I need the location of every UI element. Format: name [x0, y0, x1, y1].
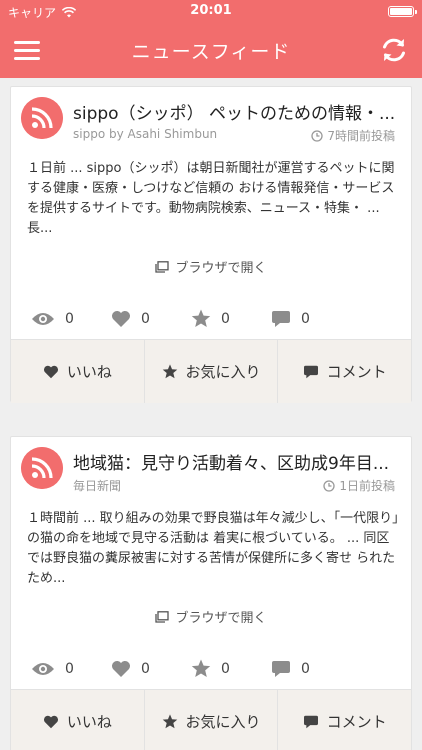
comments-count: 0	[301, 310, 310, 327]
open-label: ブラウザで開く	[175, 261, 267, 276]
views-count: 0	[65, 660, 74, 677]
likes-stat: 0	[111, 309, 191, 328]
comments-count: 0	[301, 660, 310, 677]
browser-icon	[155, 260, 170, 273]
star-icon	[191, 659, 211, 677]
likes-count: 0	[141, 660, 150, 677]
comment-icon	[272, 660, 290, 677]
posted-label: 7時間前投稿	[327, 129, 395, 143]
clock-icon	[311, 129, 324, 142]
like-label: いいね	[66, 363, 112, 381]
comment-label: コメント	[326, 713, 387, 731]
views-count: 0	[65, 310, 74, 327]
rss-icon	[21, 97, 63, 139]
star-icon	[162, 364, 177, 379]
likes-stat: 0	[111, 659, 191, 678]
open-label: ブラウザで開く	[175, 611, 267, 626]
like-label: いいね	[66, 713, 112, 731]
comment-label: コメント	[326, 363, 387, 381]
article-title[interactable]: sippo（シッポ） ペットのための情報・...	[73, 99, 403, 124]
comments-stat: 0	[271, 309, 351, 328]
favorites-stat: 0	[191, 659, 271, 678]
posted-label: 1日前投稿	[339, 479, 395, 493]
star-icon	[162, 714, 177, 729]
comment-button[interactable]: コメント	[278, 340, 411, 403]
comment-icon	[272, 310, 290, 327]
posted-time: 1日前投稿	[323, 477, 395, 494]
views-stat: 0	[31, 309, 111, 328]
browser-icon	[155, 610, 170, 623]
open-in-browser-link[interactable]: ブラウザで開く	[11, 607, 411, 626]
favorites-count: 0	[221, 660, 230, 677]
action-bar: いいね お気に入り コメント	[11, 339, 411, 403]
favorites-count: 0	[221, 310, 230, 327]
page-title: ニュースフィード	[131, 41, 291, 63]
heart-icon	[43, 365, 58, 378]
feed-card[interactable]: 地域猫：見守り活動着々、区助成9年目... 毎日新聞 1日前投稿 １時間前 ..…	[10, 436, 412, 750]
likes-count: 0	[141, 310, 150, 327]
star-icon	[191, 309, 211, 327]
eye-icon	[32, 312, 54, 325]
favorite-button[interactable]: お気に入り	[145, 340, 279, 403]
views-stat: 0	[31, 659, 111, 678]
favorite-button[interactable]: お気に入り	[145, 690, 279, 750]
open-in-browser-link[interactable]: ブラウザで開く	[11, 257, 411, 276]
stats-row: 0 0 0 0	[31, 659, 351, 678]
article-title[interactable]: 地域猫：見守り活動着々、区助成9年目...	[73, 449, 403, 474]
heart-icon	[112, 310, 130, 327]
navigation-bar: ニュースフィード	[0, 22, 422, 78]
article-snippet: １時間前 ... 取り組みの効果で野良猫は年々減少し、「一代限り」の猫の命を地域…	[27, 511, 399, 586]
like-button[interactable]: いいね	[11, 340, 145, 403]
heart-icon	[43, 715, 58, 728]
clock: 20:01	[190, 3, 232, 18]
eye-icon	[32, 662, 54, 675]
status-bar: キャリア 20:01	[0, 0, 422, 22]
like-button[interactable]: いいね	[11, 690, 145, 750]
heart-icon	[112, 660, 130, 677]
comments-stat: 0	[271, 659, 351, 678]
stats-row: 0 0 0 0	[31, 309, 351, 328]
favorite-label: お気に入り	[185, 713, 261, 731]
clock-icon	[323, 479, 336, 492]
favorite-label: お気に入り	[185, 363, 261, 381]
comment-button[interactable]: コメント	[278, 690, 411, 750]
rss-icon	[21, 447, 63, 489]
article-snippet: １日前 ... sippo（シッポ）は朝日新聞社が運営するペットに関する健康・医…	[27, 161, 395, 236]
article-source: sippo by Asahi Shimbun	[73, 127, 218, 141]
comment-icon	[303, 715, 318, 728]
comment-icon	[303, 365, 318, 378]
posted-time: 7時間前投稿	[311, 127, 395, 144]
refresh-icon[interactable]	[380, 36, 408, 64]
battery-icon	[388, 6, 417, 17]
action-bar: いいね お気に入り コメント	[11, 689, 411, 750]
article-source: 毎日新聞	[73, 479, 122, 493]
favorites-stat: 0	[191, 309, 271, 328]
feed-card[interactable]: sippo（シッポ） ペットのための情報・... sippo by Asahi …	[10, 86, 412, 403]
